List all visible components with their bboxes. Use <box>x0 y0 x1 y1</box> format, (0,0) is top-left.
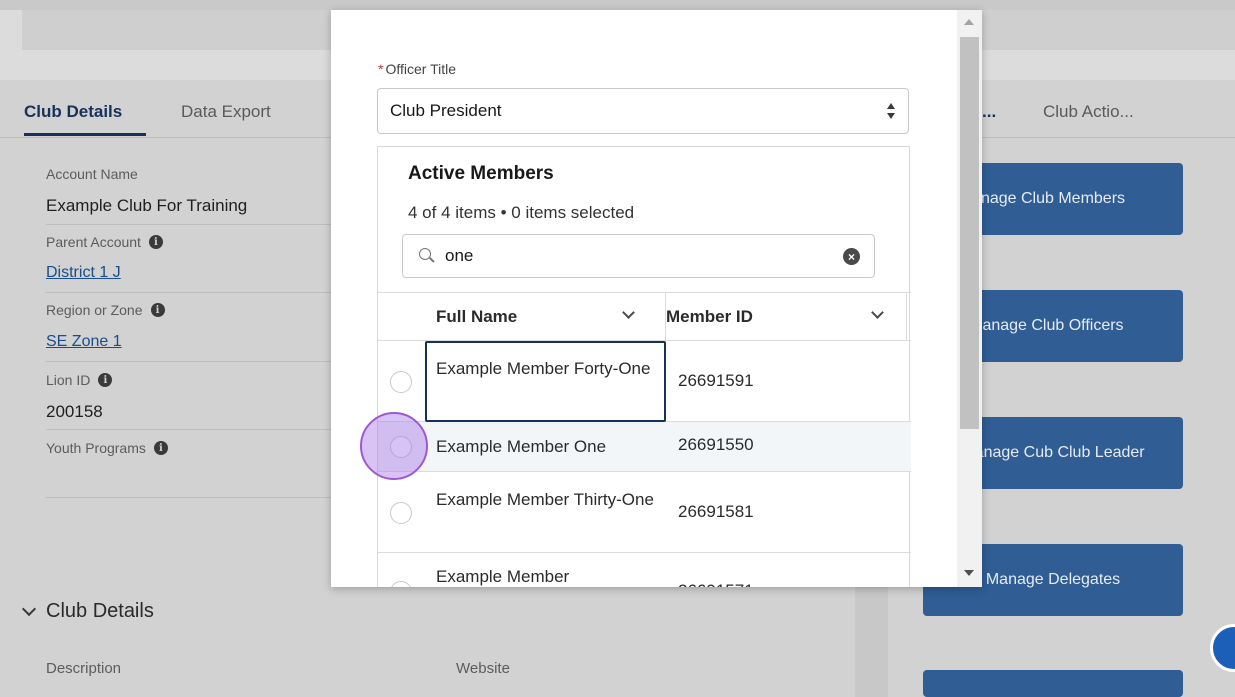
region-zone-label: Region or Zone i <box>46 302 165 318</box>
members-table: Full Name Member ID Example Member Forty… <box>378 292 911 587</box>
active-members-title: Active Members <box>408 163 554 184</box>
table-row[interactable]: Example Member 26691571 <box>378 553 911 587</box>
table-header: Full Name Member ID <box>378 292 911 341</box>
active-members-panel: Active Members 4 of 4 items • 0 items se… <box>377 146 911 587</box>
parent-account-link[interactable]: District 1 J <box>46 264 121 282</box>
info-icon[interactable]: i <box>148 235 163 249</box>
members-count: 4 of 4 items • 0 items selected <box>408 203 635 222</box>
field-divider <box>46 224 336 225</box>
row-radio[interactable] <box>390 371 412 393</box>
select-arrows-icon <box>886 103 896 121</box>
member-name: Example Member <box>436 567 570 586</box>
tab-data-export[interactable]: Data Export <box>181 102 271 122</box>
tab-club-actions[interactable]: Club Actio... <box>1043 102 1134 122</box>
officer-title-select[interactable]: Club President <box>377 88 909 134</box>
club-details-section-header[interactable]: Club Details <box>21 600 154 623</box>
table-row[interactable]: Example Member One 26691550 <box>378 422 911 472</box>
info-icon[interactable]: i <box>150 303 165 317</box>
action-button-partial[interactable] <box>923 670 1183 697</box>
active-tab-indicator <box>24 133 146 136</box>
officer-title-label: * Officer Title <box>378 61 456 77</box>
scroll-up-icon[interactable] <box>964 19 974 25</box>
info-icon[interactable]: i <box>153 441 168 455</box>
section-title: Club Details <box>46 600 154 622</box>
click-highlight <box>360 412 428 480</box>
description-label: Description <box>46 660 122 677</box>
parent-account-label: Parent Account i <box>46 234 163 250</box>
row-radio[interactable] <box>390 581 412 587</box>
member-id: 26691571 <box>678 581 754 587</box>
member-id: 26691591 <box>678 371 754 390</box>
column-header-member-id[interactable]: Member ID <box>666 293 908 341</box>
scrollbar-thumb[interactable] <box>960 37 979 429</box>
top-bar <box>0 0 1235 10</box>
table-row[interactable]: Example Member Forty-One 26691591 <box>378 341 911 422</box>
row-radio[interactable] <box>390 502 412 524</box>
member-name: Example Member Thirty-One <box>436 490 654 509</box>
select-officer-modal: * Officer Title Club President Active Mem… <box>331 10 982 587</box>
member-search-input[interactable]: one × <box>402 234 875 278</box>
info-icon[interactable]: i <box>98 373 113 387</box>
account-name-label: Account Name <box>46 166 138 182</box>
region-zone-link[interactable]: SE Zone 1 <box>46 333 122 351</box>
column-divider <box>906 293 907 341</box>
officer-title-value: Club President <box>390 101 502 120</box>
search-icon <box>419 248 435 264</box>
field-divider <box>46 361 336 362</box>
field-divider <box>46 497 336 498</box>
tab-truncated[interactable]: ... <box>982 102 996 122</box>
field-divider <box>46 429 336 430</box>
chevron-down-icon <box>21 601 37 616</box>
scroll-down-icon[interactable] <box>964 570 974 576</box>
youth-programs-label: Youth Programs i <box>46 440 168 456</box>
table-row[interactable]: Example Member Thirty-One 26691581 <box>378 472 911 553</box>
officer-title-label-text: Officer Title <box>385 61 456 77</box>
clear-icon[interactable]: × <box>843 248 860 265</box>
lion-id-label: Lion ID i <box>46 372 113 388</box>
member-id: 26691581 <box>678 502 754 521</box>
website-label: Website <box>456 660 510 677</box>
member-id: 26691550 <box>678 435 754 454</box>
member-name: Example Member One <box>436 437 607 456</box>
required-marker: * <box>378 61 384 77</box>
account-name-value: Example Club For Training <box>46 196 248 215</box>
search-value: one <box>445 246 474 265</box>
focus-outline <box>425 341 666 422</box>
lion-id-value: 200158 <box>46 402 103 421</box>
tab-club-details[interactable]: Club Details <box>24 102 122 122</box>
field-divider <box>46 292 336 293</box>
